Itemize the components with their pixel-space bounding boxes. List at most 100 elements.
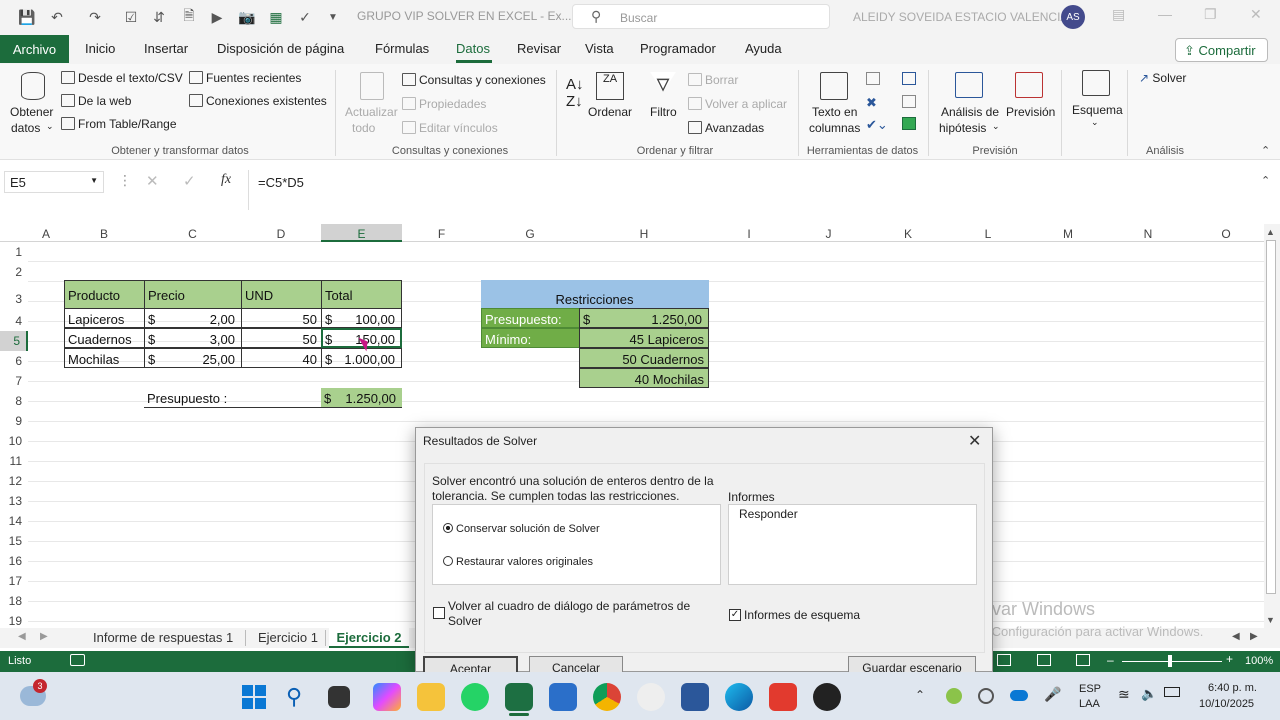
restricciones-title[interactable]: Restricciones	[481, 280, 709, 309]
cell-producto[interactable]: Lapiceros	[64, 308, 145, 328]
cell-precio[interactable]: $3,00	[144, 328, 242, 348]
from-text-button[interactable]: Desde el texto/CSV	[61, 71, 183, 85]
column-header-m[interactable]: M	[1028, 224, 1108, 242]
clear-button[interactable]: Borrar	[688, 73, 738, 87]
chevron-down-icon[interactable]: ⌄	[992, 121, 1000, 132]
column-header-g[interactable]: G	[481, 224, 579, 242]
cell-und[interactable]: 50	[241, 308, 322, 328]
tray-chevron-icon[interactable]: ⌃	[915, 688, 925, 702]
dialog-close-icon[interactable]: ✕	[968, 431, 981, 451]
obs-icon[interactable]	[813, 683, 841, 711]
header-und[interactable]: UND	[241, 280, 322, 309]
page-break-icon[interactable]	[1076, 654, 1090, 666]
data-validation-icon[interactable]: ✔⌄	[866, 117, 888, 133]
column-header-i[interactable]: I	[709, 224, 789, 242]
checkbox-icon[interactable]: ☑	[122, 8, 140, 26]
from-web-button[interactable]: De la web	[61, 94, 131, 108]
row-header-17[interactable]: 17	[0, 571, 28, 591]
sheet-tab[interactable]: Ejercicio 1	[258, 630, 318, 645]
cell-total[interactable]: $1.000,00	[321, 348, 402, 368]
presupuesto-value[interactable]: $1.250,00	[321, 388, 402, 408]
restr-presupuesto-label[interactable]: Presupuesto:	[481, 308, 580, 328]
row-header-7[interactable]: 7	[0, 371, 28, 391]
keep-solution-label[interactable]: Conservar solución de Solver	[456, 523, 600, 535]
chrome-icon[interactable]	[593, 683, 621, 711]
accessibility-icon[interactable]	[70, 654, 85, 666]
column-header-k[interactable]: K	[868, 224, 948, 242]
wifi-icon[interactable]: ≊	[1118, 686, 1130, 703]
from-table-button[interactable]: From Table/Range	[61, 117, 177, 131]
row-header-3[interactable]: 3	[0, 282, 28, 311]
what-if-label2[interactable]: hipótesis	[939, 121, 986, 135]
keep-solution-radio[interactable]	[443, 523, 453, 533]
zoom-thumb[interactable]	[1168, 655, 1172, 667]
sort-button[interactable]: Ordenar	[588, 105, 632, 119]
column-header-o[interactable]: O	[1188, 224, 1264, 242]
cell-und[interactable]: 40	[241, 348, 322, 368]
scroll-up-icon[interactable]: ▲	[1266, 227, 1275, 237]
row-header-10[interactable]: 10	[0, 431, 28, 451]
tray-app-icon[interactable]	[946, 688, 962, 704]
wps-icon[interactable]	[769, 683, 797, 711]
confirm-formula-icon[interactable]: ✓	[183, 172, 196, 190]
flash-fill-icon[interactable]	[866, 72, 880, 85]
name-box[interactable]: E5 ▼	[4, 171, 104, 193]
consolidate-icon[interactable]	[902, 72, 916, 85]
page-layout-icon[interactable]	[1037, 654, 1051, 666]
what-if-button[interactable]: Análisis de	[941, 105, 999, 119]
store-icon[interactable]	[681, 683, 709, 711]
normal-view-icon[interactable]	[997, 654, 1011, 666]
header-precio[interactable]: Precio	[144, 280, 242, 309]
row-header-18[interactable]: 18	[0, 591, 28, 611]
ribbon-display-icon[interactable]: ▤	[1112, 6, 1125, 23]
restore-values-label[interactable]: Restaurar valores originales	[456, 556, 593, 568]
header-total[interactable]: Total	[321, 280, 402, 309]
tab-inicio[interactable]: Inicio	[85, 41, 115, 56]
camera-icon[interactable]: 📷	[238, 8, 256, 26]
tab-revisar[interactable]: Revisar	[517, 41, 561, 56]
advanced-button[interactable]: Avanzadas	[688, 121, 764, 135]
forecast-button[interactable]: Previsión	[1006, 105, 1055, 119]
get-data-button[interactable]: Obtener	[10, 105, 53, 119]
tab-formulas[interactable]: Fórmulas	[375, 41, 429, 56]
tab-vista[interactable]: Vista	[585, 41, 614, 56]
outline-reports-checkbox[interactable]: ✓	[729, 609, 741, 621]
minimize-icon[interactable]: —	[1158, 6, 1172, 22]
scroll-right-icon[interactable]: ▶	[1250, 631, 1258, 642]
filter-button[interactable]: Filtro	[650, 105, 677, 119]
row-header-1[interactable]: 1	[0, 242, 28, 262]
row-header-9[interactable]: 9	[0, 411, 28, 431]
presupuesto-label[interactable]: Presupuesto :	[144, 388, 322, 408]
row-header-14[interactable]: 14	[0, 511, 28, 531]
row-header-5[interactable]: 5	[0, 331, 28, 351]
undo-icon[interactable]: ↶	[48, 8, 66, 26]
presentation-icon[interactable]	[549, 683, 577, 711]
close-icon[interactable]: ✕	[1250, 6, 1262, 23]
chevron-down-icon[interactable]: ⌄	[46, 121, 54, 132]
insert-function-icon[interactable]: fx	[221, 172, 231, 188]
battery-icon[interactable]	[1164, 687, 1180, 697]
redo-icon[interactable]: ↷	[86, 8, 104, 26]
outline-reports-label[interactable]: Informes de esquema	[744, 608, 860, 622]
reports-list-item[interactable]: Responder	[739, 507, 798, 521]
cell-precio[interactable]: $25,00	[144, 348, 242, 368]
outline-button[interactable]: Esquema	[1072, 103, 1123, 117]
row-header-16[interactable]: 16	[0, 551, 28, 571]
search-icon[interactable]: ⚲	[286, 684, 302, 710]
row-header-6[interactable]: 6	[0, 351, 28, 371]
existing-connections-button[interactable]: Conexiones existentes	[189, 94, 327, 108]
tab-archivo[interactable]: Archivo	[0, 35, 69, 63]
clock-date[interactable]: 10/10/2025	[1199, 698, 1254, 710]
avatar[interactable]: AS	[1061, 5, 1085, 29]
row-header-2[interactable]: 2	[0, 262, 28, 282]
column-header-d[interactable]: D	[241, 224, 321, 242]
language-layout[interactable]: LAA	[1079, 698, 1100, 710]
zoom-out-icon[interactable]: –	[1107, 653, 1114, 667]
properties-button[interactable]: Propiedades	[402, 97, 486, 111]
volume-icon[interactable]: 🔈	[1141, 686, 1157, 702]
column-header-n[interactable]: N	[1108, 224, 1188, 242]
onedrive-icon[interactable]	[1010, 690, 1028, 701]
column-header-c[interactable]: C	[144, 224, 241, 242]
task-view-icon[interactable]	[328, 686, 350, 708]
text-to-columns-button[interactable]: Texto en	[812, 105, 857, 119]
